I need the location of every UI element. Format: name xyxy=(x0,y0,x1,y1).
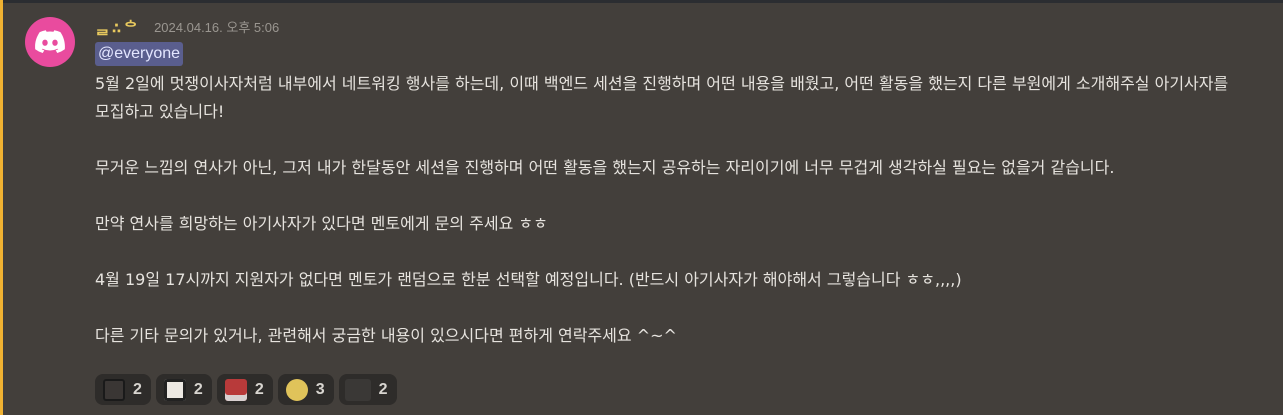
red-sticker-emoji-icon xyxy=(224,378,247,401)
message-content: 5월 2일에 멋쟁이사자처럼 내부에서 네트워킹 행사를 하는데, 이때 백엔드… xyxy=(95,70,1245,350)
face-emoji-icon xyxy=(285,378,308,401)
reaction-count: 2 xyxy=(254,380,264,398)
custom-emoji-icon xyxy=(344,378,371,401)
message-header: ᆯ∴ᅌ 2024.04.16. 오후 5:06 xyxy=(95,12,279,40)
reaction-button[interactable]: 2 xyxy=(95,374,151,405)
chat-message: ᆯ∴ᅌ 2024.04.16. 오후 5:06 @everyone 5월 2일에… xyxy=(0,0,1283,415)
message-paragraph: 5월 2일에 멋쟁이사자처럼 내부에서 네트워킹 행사를 하는데, 이때 백엔드… xyxy=(95,74,1229,121)
divider xyxy=(0,0,1283,3)
character-emoji-icon xyxy=(103,378,125,401)
reaction-button[interactable]: 2 xyxy=(155,374,212,405)
message-paragraph: 만약 연사를 희망하는 아기사자가 있다면 멘토에게 문의 주세요 ㅎㅎ xyxy=(95,214,548,233)
speech-sticker-emoji-icon xyxy=(163,378,186,401)
discord-logo-icon xyxy=(35,30,65,53)
mention-highlight-bar xyxy=(0,0,3,415)
message-paragraph: 다른 기타 문의가 있거나, 관련해서 궁금한 내용이 있으시다면 편하게 연락… xyxy=(95,326,677,345)
reaction-button[interactable]: 2 xyxy=(216,374,273,405)
message-paragraph: 무거운 느낌의 연사가 아닌, 그저 내가 한달동안 세션을 진행하며 어떤 활… xyxy=(95,158,1115,177)
reaction-button[interactable]: 2 xyxy=(338,374,397,405)
author-name[interactable]: ᆯ∴ᅌ xyxy=(95,14,140,38)
reaction-count: 2 xyxy=(193,380,203,398)
reactions-bar: 2 2 2 3 2 xyxy=(95,374,397,405)
timestamp[interactable]: 2024.04.16. 오후 5:06 xyxy=(154,17,279,36)
reaction-count: 2 xyxy=(378,380,388,398)
reaction-button[interactable]: 3 xyxy=(277,374,334,405)
reaction-count: 2 xyxy=(133,380,142,398)
everyone-mention[interactable]: @everyone xyxy=(95,42,184,66)
message-paragraph: 4월 19일 17시까지 지원자가 없다면 멘토가 랜덤으로 한분 선택할 예정… xyxy=(95,270,962,289)
reaction-count: 3 xyxy=(315,380,325,398)
avatar[interactable] xyxy=(25,17,75,67)
